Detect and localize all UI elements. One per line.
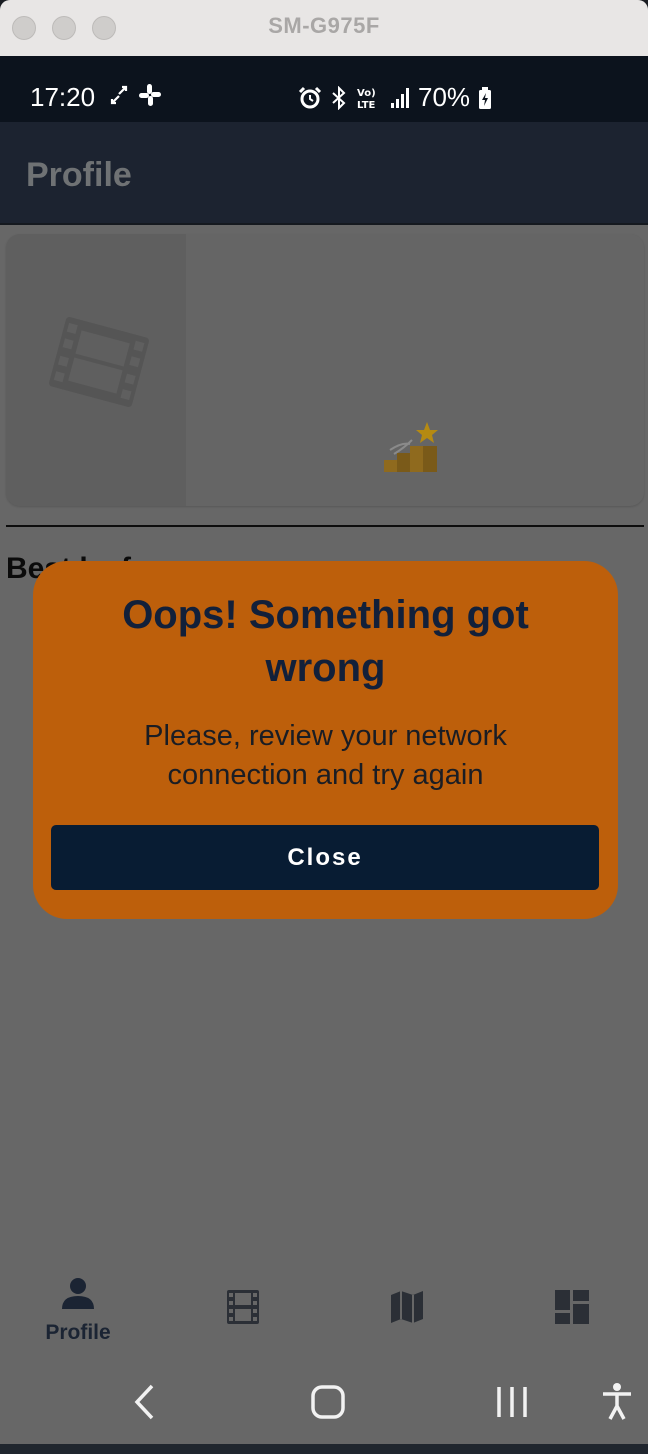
status-bar: 17:20 Vo) LTE 70% [0,56,648,122]
battery-charging-icon [479,86,492,109]
signal-icon [391,87,409,108]
error-dialog: Oops! Something got wrong Please, review… [33,561,618,919]
status-time: 17:20 [30,82,96,112]
window-titlebar: SM-G975F [0,0,648,57]
bluetooth-icon [332,85,346,110]
sync-icon [110,85,128,105]
film-icon [49,316,149,408]
person-icon [62,1278,94,1309]
system-navigation [0,1362,648,1444]
page-title: Profile [26,156,132,194]
volte-icon: Vo) LTE [357,88,376,110]
slack-icon [139,84,161,106]
section-divider [6,525,644,527]
alarm-icon [298,86,322,108]
card-thumbnail [6,234,186,506]
svg-text:Vo): Vo) [357,88,376,99]
film-icon [227,1290,259,1324]
bottom-navigation: Profile [0,1262,648,1362]
accessibility-icon[interactable] [600,1382,634,1422]
app-window: SM-G975F 17:20 Vo) LTE 70% Profile Best … [0,0,648,1454]
nav-item-dashboard[interactable] [512,1290,632,1329]
ladder-star-icon [384,422,438,472]
dashboard-icon [555,1290,589,1324]
recents-icon[interactable] [494,1382,530,1422]
map-icon [391,1291,423,1323]
nav-item-profile[interactable]: Profile [18,1276,138,1345]
svg-text:LTE: LTE [357,100,376,110]
bottom-edge [0,1444,648,1454]
nav-item-map[interactable] [347,1290,467,1329]
nav-item-films[interactable] [183,1290,303,1329]
app-bar: Profile [0,122,648,225]
battery-percent: 70% [418,82,471,112]
window-title: SM-G975F [268,13,380,38]
dialog-title: Oops! Something got wrong [122,593,529,690]
nav-label-profile: Profile [45,1321,111,1344]
home-icon[interactable] [310,1382,346,1422]
profile-card[interactable] [6,234,644,506]
dialog-message: Please, review your network connection a… [144,720,507,791]
back-icon[interactable] [132,1382,156,1422]
close-button[interactable]: Close [51,825,599,890]
